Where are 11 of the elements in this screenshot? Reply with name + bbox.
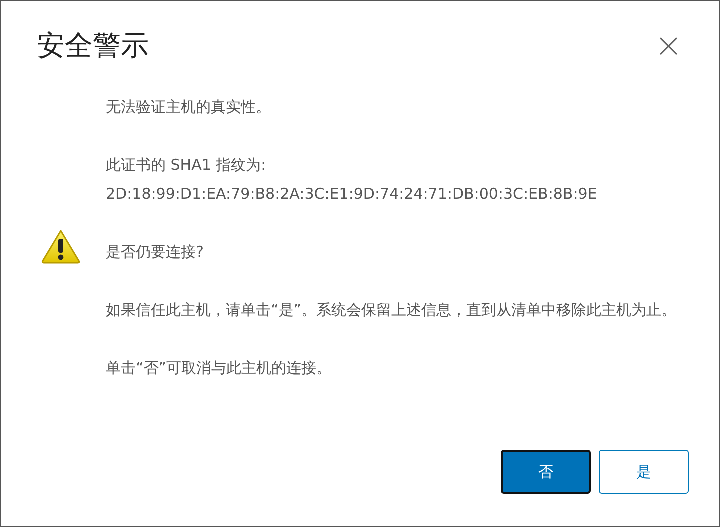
dialog-title: 安全警示 xyxy=(37,29,149,63)
question-text: 是否仍要连接? xyxy=(106,242,205,263)
yes-button[interactable]: 是 xyxy=(599,450,689,494)
message-text: 此证书的 SHA1 指纹为: xyxy=(106,155,268,176)
no-button[interactable]: 否 xyxy=(501,450,591,494)
message-text: 2D:18:99:D1:EA:79:B8:2A:3C:E1:9D:74:24:71:DB:00:3C:EB:8B:9E xyxy=(106,184,598,205)
message-text: 无法验证主机的真实性。 xyxy=(106,97,272,118)
message-text: 单击“否”可取消与此主机的连接。 xyxy=(106,358,333,379)
message-text: 如果信任此主机，请单击“是”。系统会保留上述信息，直到从清单中移除此主机为止。 xyxy=(106,300,678,321)
close-button[interactable]: × xyxy=(648,29,689,63)
warning-icon xyxy=(41,229,81,265)
